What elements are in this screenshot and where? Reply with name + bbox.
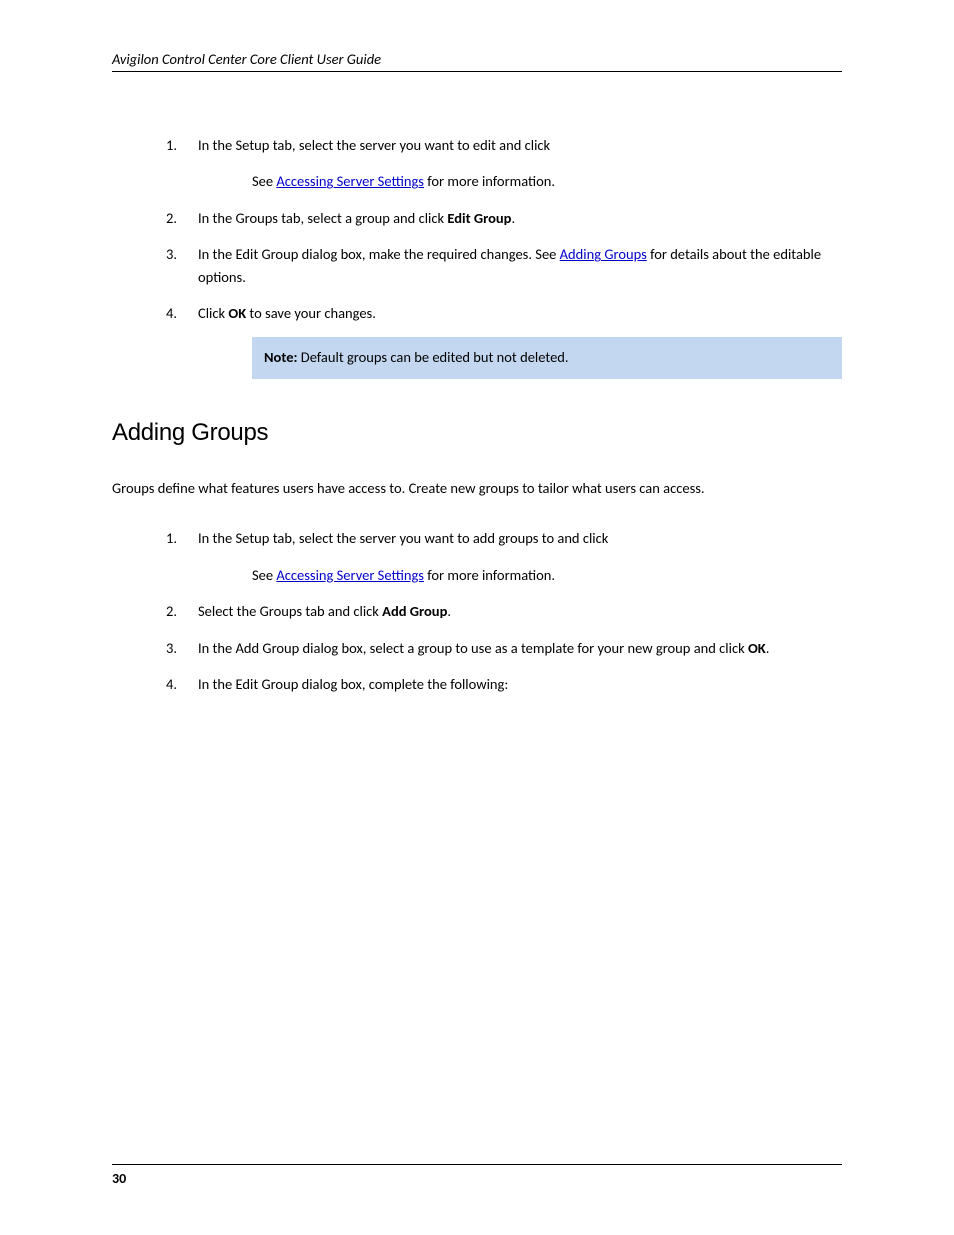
bold-text: OK xyxy=(228,304,246,322)
footer-rule xyxy=(112,1164,842,1165)
note-text: Default groups can be edited but not del… xyxy=(298,348,569,366)
text: for more information. xyxy=(424,566,555,584)
text: See xyxy=(252,566,276,584)
text: See xyxy=(252,172,276,190)
section1-list: In the Setup tab, select the server you … xyxy=(112,134,842,325)
list-item: In the Edit Group dialog box, complete t… xyxy=(112,673,842,695)
bold-text: Edit Group xyxy=(447,209,511,227)
list-item: In the Edit Group dialog box, make the r… xyxy=(112,243,842,288)
text: for more information. xyxy=(424,172,555,190)
list-item: In the Add Group dialog box, select a gr… xyxy=(112,637,842,659)
note-label: Note: xyxy=(264,348,298,366)
bold-text: OK xyxy=(748,639,766,657)
text: In the Add Group dialog box, select a gr… xyxy=(198,639,748,657)
page-number: 30 xyxy=(112,1170,126,1187)
text: . xyxy=(447,602,451,620)
note-box: Note: Default groups can be edited but n… xyxy=(252,337,842,379)
link-accessing-server-settings-2[interactable]: Accessing Server Settings xyxy=(276,566,424,584)
list-item: Select the Groups tab and click Add Grou… xyxy=(112,600,842,622)
body-content: In the Setup tab, select the server you … xyxy=(112,134,842,696)
intro-paragraph: Groups define what features users have a… xyxy=(112,477,842,499)
text: In the Groups tab, select a group and cl… xyxy=(198,209,447,227)
section2-list: In the Setup tab, select the server you … xyxy=(112,527,842,695)
text: In the Setup tab, select the server you … xyxy=(198,136,550,154)
text: . xyxy=(766,639,770,657)
link-adding-groups[interactable]: Adding Groups xyxy=(560,245,647,263)
text: Click xyxy=(198,304,228,322)
text: to save your changes. xyxy=(246,304,376,322)
list-item: Click OK to save your changes. xyxy=(112,302,842,324)
page-header-title: Avigilon Control Center Core Client User… xyxy=(112,50,842,71)
list-item: In the Setup tab, select the server you … xyxy=(112,134,842,193)
bold-text: Add Group xyxy=(382,602,447,620)
text: In the Edit Group dialog box, make the r… xyxy=(198,245,560,263)
text: In the Edit Group dialog box, complete t… xyxy=(198,675,508,693)
text: . xyxy=(511,209,515,227)
list-item: In the Groups tab, select a group and cl… xyxy=(112,207,842,229)
link-accessing-server-settings[interactable]: Accessing Server Settings xyxy=(276,172,424,190)
note-wrapper: Note: Default groups can be edited but n… xyxy=(112,337,842,379)
text: In the Setup tab, select the server you … xyxy=(198,529,608,547)
header-rule xyxy=(112,71,842,72)
section-heading-adding-groups: Adding Groups xyxy=(112,414,842,451)
list-item: In the Setup tab, select the server you … xyxy=(112,527,842,586)
text: Select the Groups tab and click xyxy=(198,602,382,620)
